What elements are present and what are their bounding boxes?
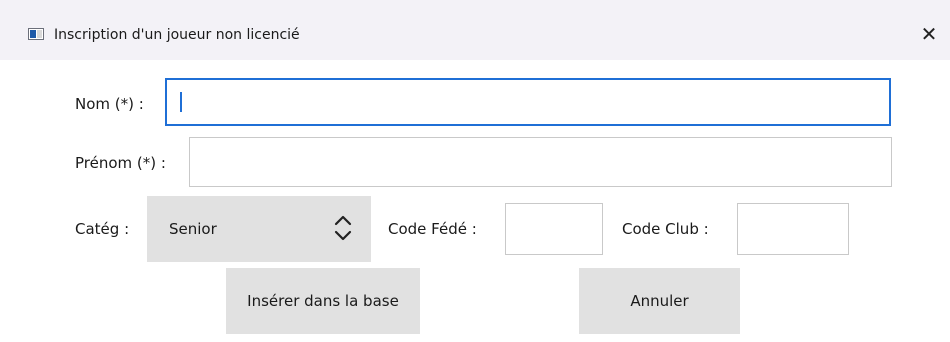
categ-selected-value: Senior: [169, 220, 217, 238]
prenom-label: Prénom (*) :: [75, 154, 166, 172]
dialog-window: Inscription d'un joueur non licencié ✕ N…: [0, 0, 950, 342]
code-fede-label: Code Fédé :: [388, 220, 477, 238]
title-bar[interactable]: Inscription d'un joueur non licencié ✕: [0, 0, 950, 60]
categ-select[interactable]: Senior: [147, 196, 371, 262]
code-club-label: Code Club :: [622, 220, 709, 238]
close-icon[interactable]: ✕: [914, 19, 944, 49]
chevron-up-down-icon: [334, 215, 352, 241]
app-window-icon: [28, 28, 44, 40]
nom-label: Nom (*) :: [75, 95, 144, 113]
code-club-input[interactable]: [737, 203, 849, 255]
insert-button[interactable]: Insérer dans la base: [226, 268, 420, 334]
text-caret: [180, 92, 182, 112]
cancel-button[interactable]: Annuler: [579, 268, 740, 334]
categ-label: Catég :: [75, 220, 130, 238]
code-fede-input[interactable]: [505, 203, 603, 255]
nom-input[interactable]: [165, 78, 891, 126]
window-title: Inscription d'un joueur non licencié: [54, 27, 300, 43]
prenom-input[interactable]: [189, 137, 892, 187]
